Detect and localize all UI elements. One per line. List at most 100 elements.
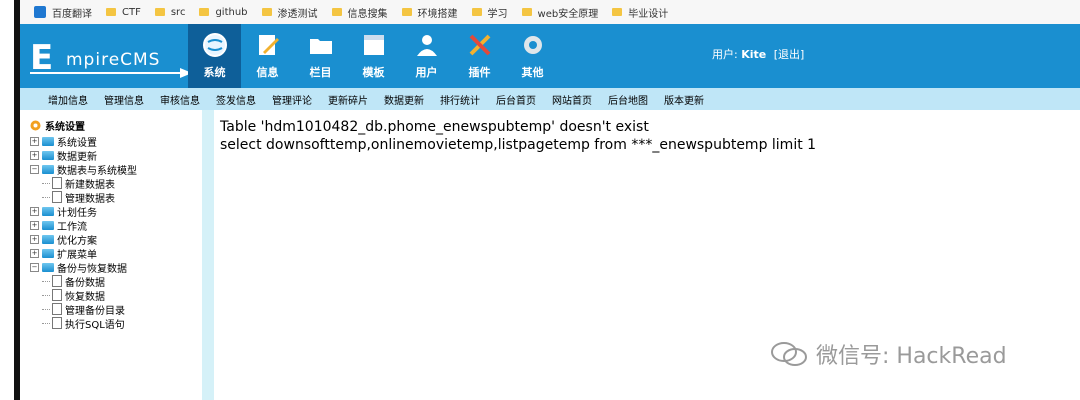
expand-icon[interactable]: + xyxy=(30,234,39,244)
tree-leaf[interactable]: 新建数据表 xyxy=(42,176,137,191)
wechat-icon xyxy=(771,342,807,366)
collapse-icon[interactable]: − xyxy=(30,262,39,272)
page-icon xyxy=(52,177,62,189)
error-sql: select downsofttemp,onlinemovietemp,list… xyxy=(220,137,817,153)
tree-node[interactable]: + 扩展菜单 xyxy=(30,246,137,261)
bookmark-item[interactable]: 渗透测试 xyxy=(261,5,318,20)
submenu-item[interactable]: 数据更新 xyxy=(384,92,424,107)
watermark-text: 微信号: HackRead xyxy=(816,344,1007,369)
bookmark-label: CTF xyxy=(122,6,141,18)
settings-icon xyxy=(30,120,41,130)
submenu-item[interactable]: 增加信息 xyxy=(48,92,88,107)
tree-leaf[interactable]: 执行SQL语句 xyxy=(42,316,137,331)
tree-label: 执行SQL语句 xyxy=(65,319,125,331)
tree-node[interactable]: + 系统设置 xyxy=(30,134,137,149)
logout-link[interactable]: [退出] xyxy=(774,48,805,61)
folder-icon xyxy=(42,248,54,258)
nav-label: 模板 xyxy=(362,66,385,79)
tree-label: 管理数据表 xyxy=(65,193,115,205)
expand-icon[interactable]: + xyxy=(30,248,39,258)
tree-label: 数据更新 xyxy=(57,151,97,163)
tree-leaf[interactable]: 恢复数据 xyxy=(42,288,137,303)
tree-node[interactable]: + 数据更新 xyxy=(30,148,137,163)
folder-icon xyxy=(309,39,332,54)
globe-icon xyxy=(202,33,227,57)
submenu-item[interactable]: 后台地图 xyxy=(608,92,648,107)
top-nav: 系统 信息 栏目 模板 用户 插件 其他 xyxy=(188,24,559,88)
bookmark-item[interactable]: src xyxy=(154,7,185,18)
bookmark-item[interactable]: 毕业设计 xyxy=(612,5,668,20)
tree-label: 数据表与系统模型 xyxy=(57,165,137,177)
submenu-item[interactable]: 版本更新 xyxy=(664,92,704,107)
folder-icon xyxy=(331,8,342,16)
window-edge xyxy=(0,0,20,400)
nav-item[interactable]: 信息 xyxy=(241,24,294,88)
nav-item[interactable]: 栏目 xyxy=(294,24,347,88)
folder-icon xyxy=(199,8,210,16)
bookmark-label: 百度翻译 xyxy=(52,8,92,20)
submenu-item[interactable]: 管理评论 xyxy=(272,92,312,107)
tools-icon xyxy=(469,34,490,56)
bookmark-label: github xyxy=(215,6,248,18)
folder-icon xyxy=(261,8,272,16)
translate-icon xyxy=(34,6,46,18)
submenu-item[interactable]: 审核信息 xyxy=(160,92,200,107)
tree-leaf[interactable]: 管理数据表 xyxy=(42,190,137,205)
bookmark-item[interactable]: CTF xyxy=(106,7,141,18)
tree-node[interactable]: + 计划任务 xyxy=(30,204,137,219)
tree-label: 扩展菜单 xyxy=(57,249,97,261)
folder-icon xyxy=(42,136,54,146)
submenu-item[interactable]: 签发信息 xyxy=(216,92,256,107)
submenu-item[interactable]: 网站首页 xyxy=(552,92,592,107)
tree-node[interactable]: − 数据表与系统模型 xyxy=(30,162,137,177)
expand-icon[interactable]: + xyxy=(30,220,39,230)
nav-item[interactable]: 系统 xyxy=(188,24,241,88)
bookmark-item[interactable]: 学习 xyxy=(471,5,508,20)
gear-icon xyxy=(523,36,542,54)
folder-icon xyxy=(42,262,54,272)
nav-item[interactable]: 用户 xyxy=(400,24,453,88)
nav-label: 栏目 xyxy=(309,66,332,79)
tree-label: 新建数据表 xyxy=(65,179,115,191)
bookmark-item[interactable]: 信息搜集 xyxy=(331,5,388,20)
tree-leaf[interactable]: 管理备份目录 xyxy=(42,302,137,317)
tree-node[interactable]: + 优化方案 xyxy=(30,232,137,247)
edit-icon xyxy=(258,35,279,55)
folder-icon xyxy=(42,234,54,244)
user-info: 用户: Kite [退出] xyxy=(712,46,804,62)
page-icon xyxy=(52,191,62,203)
folder-icon xyxy=(471,8,482,16)
folder-icon xyxy=(42,220,54,230)
submenu-item[interactable]: 更新碎片 xyxy=(328,92,368,107)
nav-item[interactable]: 模板 xyxy=(347,24,400,88)
bookmark-label: 信息搜集 xyxy=(347,8,388,20)
window-icon xyxy=(363,35,384,55)
tree-label: 备份与恢复数据 xyxy=(57,263,127,275)
bookmark-item[interactable]: 环境搭建 xyxy=(401,5,458,20)
submenu-item[interactable]: 后台首页 xyxy=(496,92,536,107)
submenu-item[interactable]: 排行统计 xyxy=(440,92,480,107)
nav-label: 用户 xyxy=(415,66,438,79)
bookmark-item[interactable]: web安全原理 xyxy=(521,5,598,20)
expand-icon[interactable]: + xyxy=(30,136,39,146)
folder-icon xyxy=(42,206,54,216)
bookmark-item[interactable]: github xyxy=(199,6,248,18)
nav-item[interactable]: 其他 xyxy=(506,24,559,88)
submenu-item[interactable]: 管理信息 xyxy=(104,92,144,107)
nav-item[interactable]: 插件 xyxy=(453,24,506,88)
expand-icon[interactable]: + xyxy=(30,150,39,160)
sidebar-tree: 系统设置 + 系统设置 + 数据更新 − 数据表与系统模型 新建数据表 管理数据表 + 计划任务 +… xyxy=(30,118,137,331)
folder-icon xyxy=(612,8,623,16)
tree-leaf[interactable]: 备份数据 xyxy=(42,274,137,289)
page-icon xyxy=(52,275,62,287)
tree-label: 管理备份目录 xyxy=(65,305,125,317)
collapse-icon[interactable]: − xyxy=(30,164,39,174)
tree-label: 备份数据 xyxy=(65,277,105,289)
empirecms-logo: E mpireCMS xyxy=(30,36,200,80)
tree-label: 工作流 xyxy=(57,221,87,233)
main-content: Table 'hdm1010482_db.phome_enewspubtemp'… xyxy=(220,118,1060,154)
tree-node[interactable]: + 工作流 xyxy=(30,218,137,233)
expand-icon[interactable]: + xyxy=(30,206,39,216)
bookmark-item[interactable]: 百度翻译 xyxy=(34,5,92,20)
tree-node[interactable]: − 备份与恢复数据 xyxy=(30,260,137,275)
